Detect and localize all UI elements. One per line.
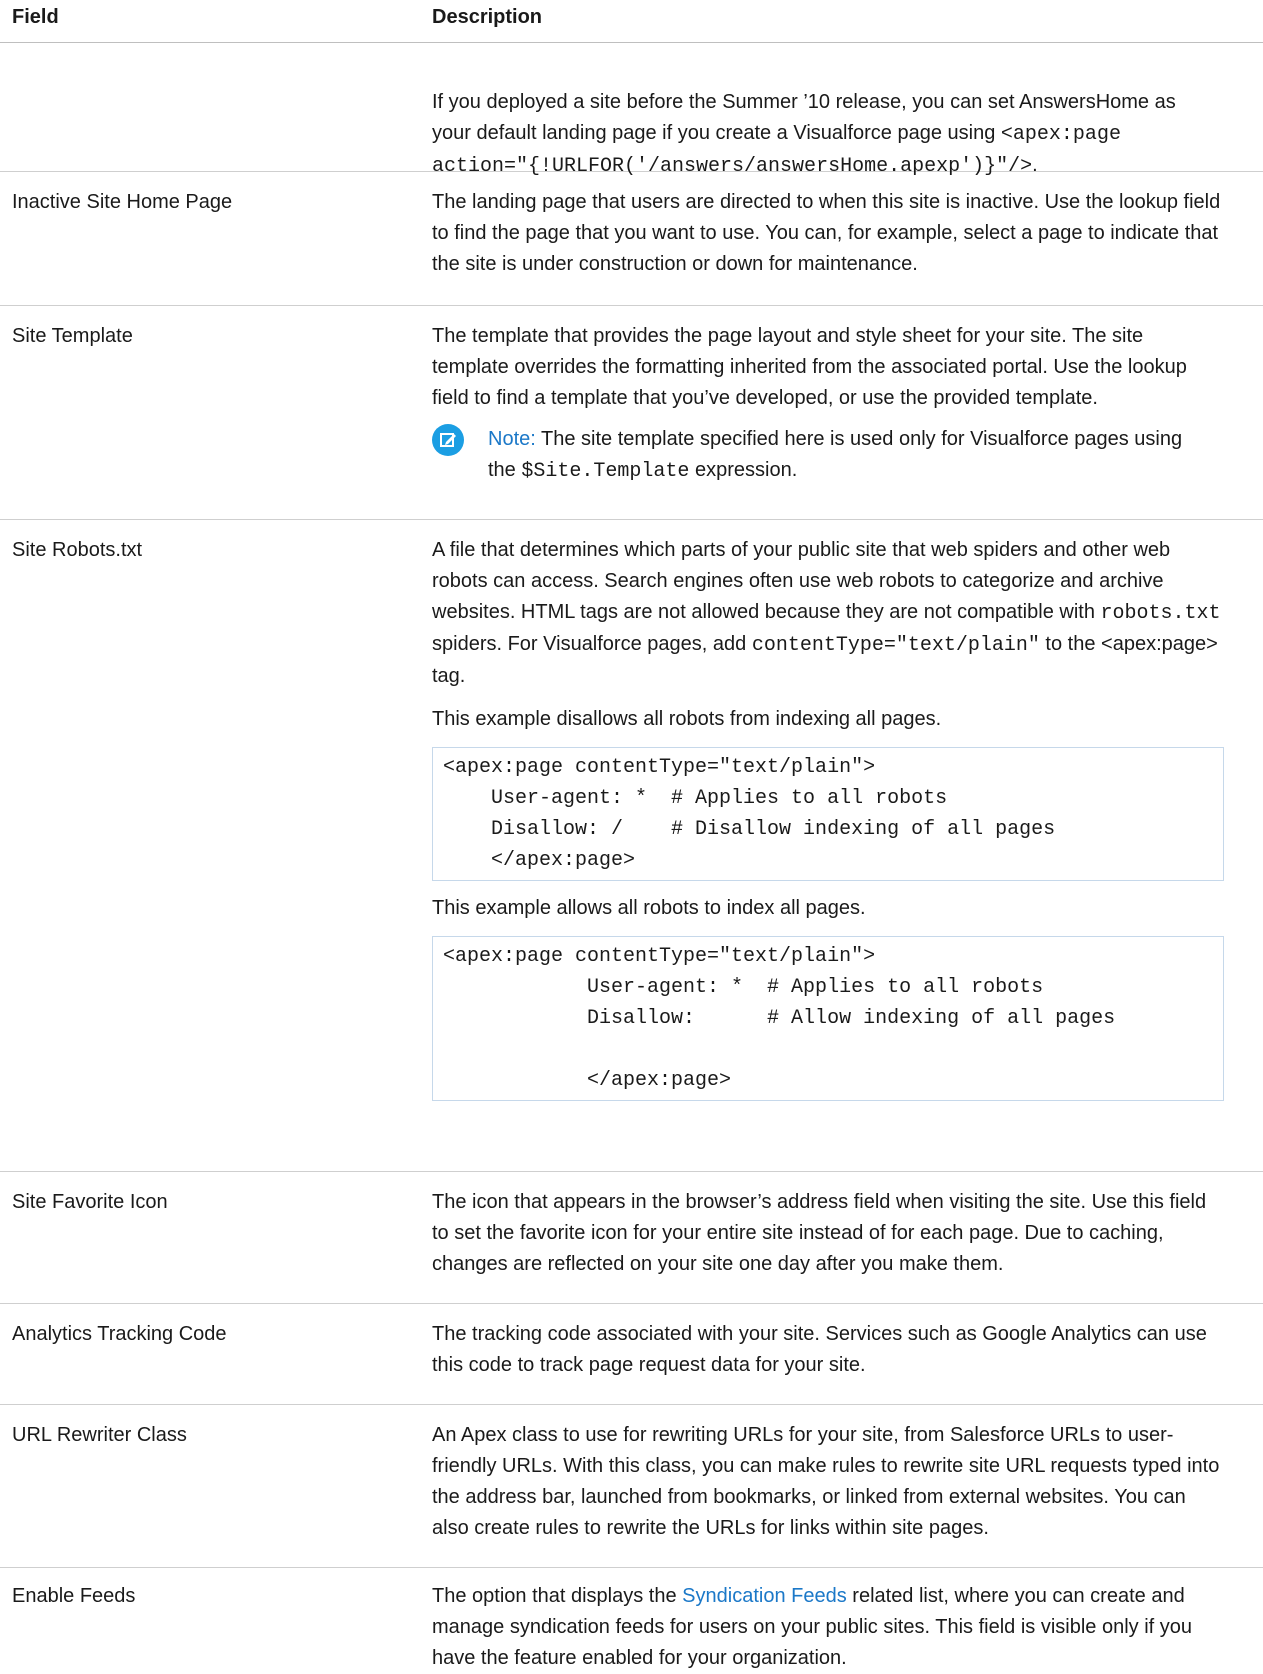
table-header: Field Description	[0, 0, 1263, 43]
syndication-feeds-link[interactable]: Syndication Feeds	[682, 1585, 847, 1607]
table-row-site-favorite-icon: Site Favorite Icon The icon that appears…	[0, 1172, 1263, 1304]
row-description: A file that determines which parts of yo…	[432, 535, 1224, 1101]
row-description: The tracking code associated with your s…	[432, 1323, 1207, 1376]
row-description: The template that provides the page layo…	[432, 321, 1224, 487]
code-inline: contentType="text/plain"	[751, 634, 1040, 657]
desc-text: spiders. For Visualforce pages, add	[432, 633, 747, 655]
header-field: Field	[12, 6, 59, 28]
table-row-inactive-site-home-page: Inactive Site Home Page The landing page…	[0, 172, 1263, 306]
row-description: The option that displays the Syndication…	[432, 1581, 1224, 1674]
field-name: Site Template	[12, 325, 133, 347]
table-row-enable-feeds: Enable Feeds The option that displays th…	[0, 1568, 1263, 1669]
note-line: the $Site.Template expression.	[488, 455, 1224, 487]
example-intro: This example allows all robots to index …	[432, 897, 866, 919]
note-text: expression.	[694, 459, 798, 481]
desc-text: your default landing page if you create …	[432, 122, 996, 144]
table-row-analytics-tracking-code: Analytics Tracking Code The tracking cod…	[0, 1304, 1263, 1405]
code-inline: <apex:page	[1000, 123, 1121, 146]
note-text: the	[488, 459, 516, 481]
field-name: Enable Feeds	[12, 1585, 136, 1607]
field-name: Analytics Tracking Code	[12, 1323, 227, 1345]
row-description: If you deployed a site before the Summer…	[432, 87, 1224, 182]
desc-line: your default landing page if you create …	[432, 118, 1224, 150]
row-description: The landing page that users are directed…	[432, 191, 1221, 275]
table-row-site-robots: Site Robots.txt A file that determines w…	[0, 520, 1263, 1172]
desc-text: The option that displays the	[432, 1585, 677, 1607]
desc-line: If you deployed a site before the Summer…	[432, 91, 1176, 113]
code-block: <apex:page contentType="text/plain"> Use…	[432, 747, 1224, 881]
note-line: Note: The site template specified here i…	[488, 424, 1224, 455]
note-text: The site template specified here is used…	[541, 428, 1183, 450]
code-inline: $Site.Template	[521, 460, 690, 483]
desc-text: The template that provides the page layo…	[432, 325, 1187, 409]
header-description: Description	[432, 6, 543, 28]
field-name: Site Favorite Icon	[12, 1191, 168, 1213]
field-name: URL Rewriter Class	[12, 1424, 187, 1446]
table-row-answers-home: If you deployed a site before the Summer…	[0, 43, 1263, 178]
field-name: Inactive Site Home Page	[12, 191, 233, 213]
desc-text: A file that determines which parts of yo…	[432, 535, 1224, 692]
code-block: <apex:page contentType="text/plain"> Use…	[432, 936, 1224, 1101]
note-box: Note: The site template specified here i…	[432, 424, 1224, 487]
desc-text: A file that determines which parts of yo…	[432, 539, 1171, 623]
code-inline: robots.txt	[1100, 602, 1221, 625]
table-row-url-rewriter-class: URL Rewriter Class An Apex class to use …	[0, 1405, 1263, 1568]
table-row-site-template: Site Template The template that provides…	[0, 306, 1263, 520]
example-intro: This example disallows all robots from i…	[432, 708, 942, 730]
edit-note-icon	[432, 424, 464, 456]
note-label: Note:	[488, 428, 536, 450]
field-name: Site Robots.txt	[12, 539, 143, 561]
row-description: An Apex class to use for rewriting URLs …	[432, 1424, 1220, 1539]
row-description: The icon that appears in the browser’s a…	[432, 1191, 1207, 1275]
